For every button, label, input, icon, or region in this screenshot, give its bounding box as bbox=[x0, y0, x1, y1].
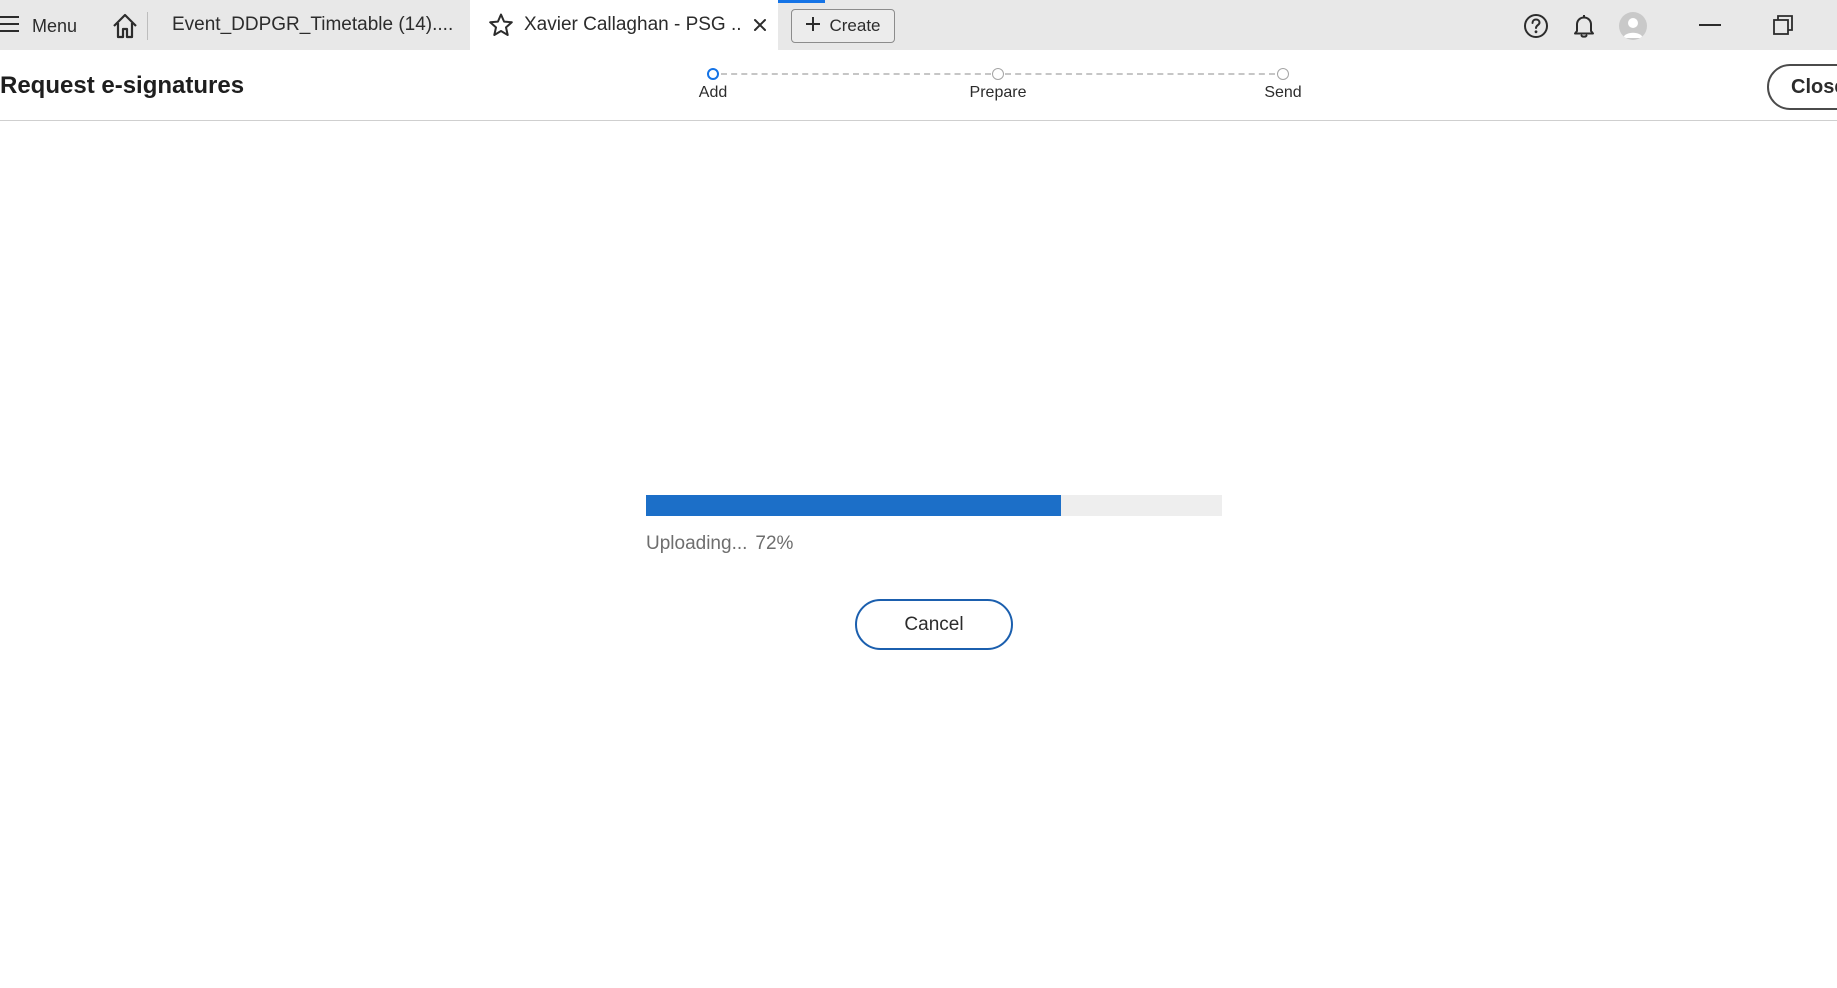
upload-progress-bar bbox=[646, 495, 1222, 516]
step-indicator-add bbox=[707, 68, 719, 80]
progress-stepper: Add Prepare Send bbox=[0, 50, 1837, 120]
plus-icon bbox=[805, 16, 829, 37]
menu-button[interactable]: Menu bbox=[0, 11, 77, 41]
tab-separator bbox=[147, 12, 148, 40]
close-icon[interactable] bbox=[750, 15, 770, 35]
create-label: Create bbox=[829, 16, 881, 35]
step-connector bbox=[1005, 73, 1275, 75]
menu-label: Menu bbox=[32, 15, 78, 36]
upload-progress-fill bbox=[646, 495, 1061, 516]
tab-label: Xavier Callaghan - PSG ... bbox=[524, 14, 742, 35]
home-button[interactable] bbox=[110, 11, 140, 41]
tab-bar: Menu Event_DDPGR_Timetable (14).... Xavi… bbox=[0, 0, 1837, 50]
cancel-button[interactable]: Cancel bbox=[855, 599, 1013, 650]
upload-percent: 72% bbox=[755, 533, 794, 554]
step-label-prepare: Prepare bbox=[969, 84, 1027, 101]
step-label-add: Add bbox=[698, 84, 728, 101]
home-icon bbox=[110, 13, 140, 45]
step-indicator-send bbox=[1277, 68, 1289, 80]
tab-active-document[interactable]: Xavier Callaghan - PSG ... bbox=[470, 0, 778, 50]
avatar-icon[interactable] bbox=[1619, 12, 1647, 40]
bell-icon[interactable] bbox=[1570, 12, 1598, 40]
restore-icon[interactable] bbox=[1770, 12, 1798, 40]
hamburger-icon bbox=[0, 15, 20, 38]
tab-label: Event_DDPGR_Timetable (14).... bbox=[172, 14, 454, 35]
cancel-label: Cancel bbox=[904, 613, 964, 635]
step-indicator-prepare bbox=[992, 68, 1004, 80]
tab-event-timetable[interactable]: Event_DDPGR_Timetable (14).... bbox=[150, 0, 468, 50]
star-icon[interactable] bbox=[488, 12, 514, 38]
create-button[interactable]: Create bbox=[791, 9, 895, 43]
close-button[interactable]: Close bbox=[1767, 64, 1837, 110]
close-label: Close bbox=[1791, 75, 1837, 98]
page-header: Request e-signatures Add Prepare Send Cl… bbox=[0, 50, 1837, 121]
upload-status-text: Uploading... bbox=[646, 533, 748, 554]
step-connector bbox=[721, 73, 991, 75]
minimize-icon[interactable] bbox=[1696, 12, 1724, 40]
upload-status: Uploading... 72% bbox=[646, 533, 793, 555]
step-label-send: Send bbox=[1264, 84, 1302, 101]
help-icon[interactable] bbox=[1522, 12, 1550, 40]
